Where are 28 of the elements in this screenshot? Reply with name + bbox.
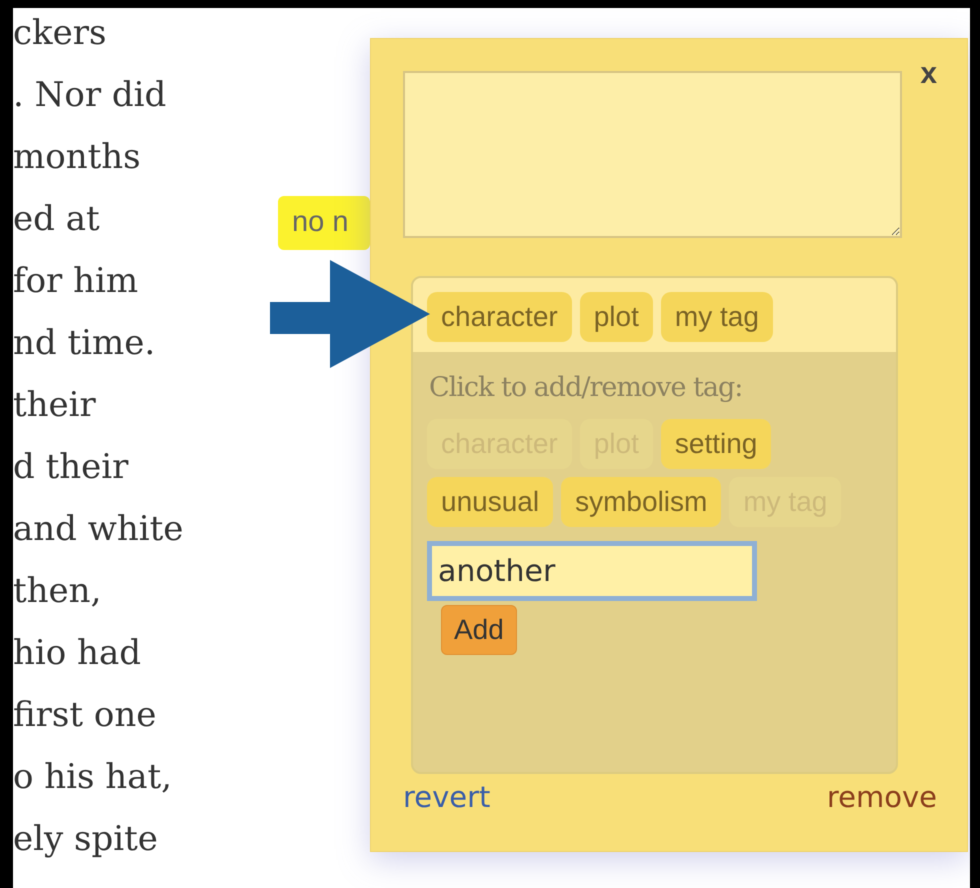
tag-chip[interactable]: plot <box>580 292 653 342</box>
body-text-line: their <box>13 384 96 427</box>
add-tag-prompt: Click to add/remove tag: <box>429 372 744 403</box>
note-textarea[interactable] <box>403 71 902 238</box>
remove-link[interactable]: remove <box>826 780 937 814</box>
body-text-line: nd time. <box>13 322 156 365</box>
body-text-line: d their <box>13 446 128 489</box>
body-text-line: then, <box>13 570 102 613</box>
tag-chip[interactable]: my tag <box>660 292 773 342</box>
body-text-line: months <box>13 136 141 179</box>
highlight-label: no n <box>278 196 370 250</box>
close-button[interactable]: x <box>920 59 937 89</box>
body-text-line: o his hat, <box>13 756 172 799</box>
body-text-line: and white <box>13 508 184 551</box>
tag-chip[interactable]: character <box>427 292 572 342</box>
body-text-line: for him <box>13 260 138 303</box>
body-text-line: . Nor did <box>13 74 166 117</box>
tag-option[interactable]: setting <box>660 419 772 469</box>
body-text-line: ely spite <box>13 818 158 861</box>
body-text-line: hio had <box>13 632 141 675</box>
body-text-line: ed at <box>13 198 100 241</box>
body-text-line: first one <box>13 694 156 737</box>
body-text-line: ckers <box>13 12 106 55</box>
revert-link[interactable]: revert <box>403 780 490 814</box>
new-tag-input[interactable]: another <box>427 541 757 601</box>
add-button[interactable]: Add <box>441 605 517 655</box>
tag-option[interactable]: symbolism <box>561 477 722 527</box>
tag-option[interactable]: unusual <box>427 477 554 527</box>
